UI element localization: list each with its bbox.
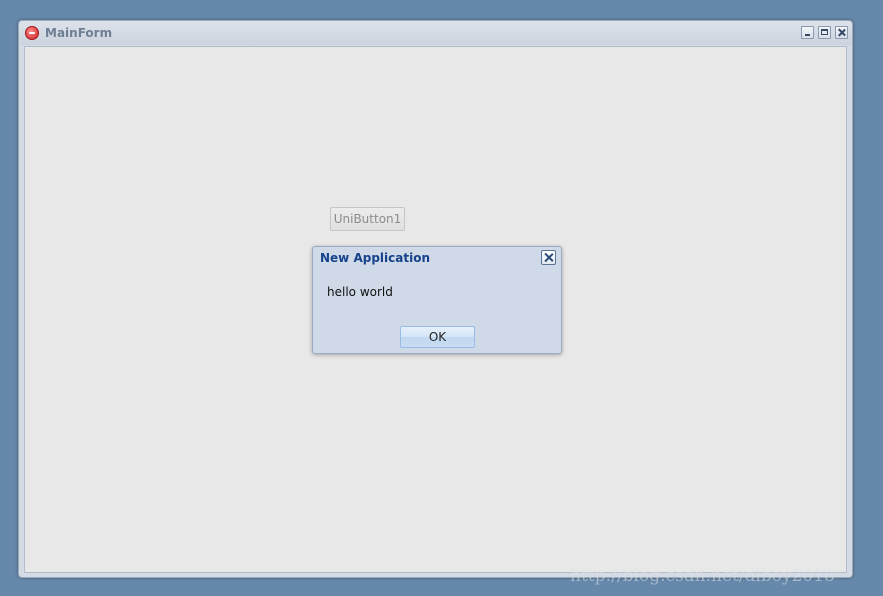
watermark: http://blog.csdn.net/dlboy2018 [570, 566, 835, 586]
ok-button[interactable]: OK [400, 326, 475, 348]
unibutton1[interactable]: UniButton1 [330, 207, 405, 231]
window-titlebar[interactable]: MainForm [19, 21, 852, 45]
window-title: MainForm [45, 26, 113, 40]
close-icon[interactable] [835, 26, 848, 39]
dialog-close-icon[interactable] [541, 250, 556, 265]
message-dialog: New Application hello world OK [312, 246, 562, 354]
minimize-icon[interactable] [801, 26, 814, 39]
dialog-message: hello world [327, 285, 393, 299]
dialog-title: New Application [320, 251, 430, 265]
maximize-icon[interactable] [818, 26, 831, 39]
app-logo-icon [25, 26, 39, 40]
